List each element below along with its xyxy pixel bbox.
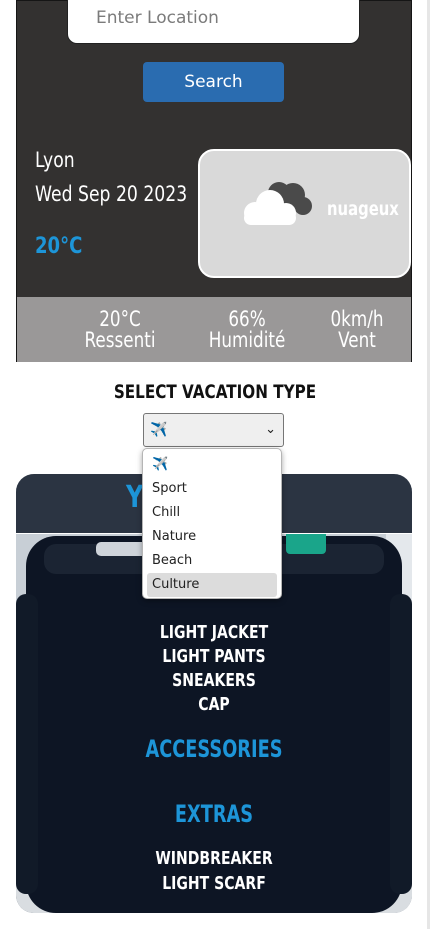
location-input[interactable]: Enter Location xyxy=(67,0,360,44)
vacation-type-select[interactable]: ✈️ ⌄ xyxy=(143,413,284,447)
humidity-stat: 66% Humidité xyxy=(199,309,295,351)
airplane-icon: ✈️ xyxy=(150,421,168,437)
location-placeholder: Enter Location xyxy=(96,8,219,28)
option-beach[interactable]: Beach xyxy=(143,549,281,573)
feels-like-value: 20°C xyxy=(99,307,141,331)
option-culture[interactable]: Culture xyxy=(147,573,277,597)
extras-heading: EXTRAS xyxy=(174,800,254,828)
accessories-heading: ACCESSORIES xyxy=(145,735,283,763)
vacation-type-options: ✈️ Sport Chill Nature Beach Culture xyxy=(142,448,282,599)
humidity-value: 66% xyxy=(228,307,266,331)
search-button[interactable]: Search xyxy=(143,62,284,102)
vacation-type-label: SELECT VACATION TYPE xyxy=(113,381,317,403)
option-chill[interactable]: Chill xyxy=(143,501,281,525)
clothes-item: SNEAKERS xyxy=(172,670,256,691)
weather-stats-bar: 20°C Ressenti 66% Humidité 0km/h Vent xyxy=(17,297,411,362)
city-name: Lyon xyxy=(35,148,75,172)
condition-text: nuageux xyxy=(327,198,399,220)
feels-like-label: Ressenti xyxy=(84,328,156,352)
current-date: Wed Sep 20 2023 xyxy=(35,182,188,206)
option-airplane[interactable]: ✈️ xyxy=(143,453,281,477)
clothes-item: CAP xyxy=(198,694,230,715)
feels-like-stat: 20°C Ressenti xyxy=(80,309,160,351)
wind-stat: 0km/h Vent xyxy=(313,309,401,351)
wind-value: 0km/h xyxy=(330,307,384,331)
option-sport[interactable]: Sport xyxy=(143,477,281,501)
cloud-icon xyxy=(244,182,312,225)
option-nature[interactable]: Nature xyxy=(143,525,281,549)
clothes-item: LIGHT PANTS xyxy=(162,646,266,667)
wind-label: Vent xyxy=(338,328,376,352)
extras-item: LIGHT SCARF xyxy=(162,873,266,894)
weather-card: Enter Location Search Lyon Wed Sep 20 20… xyxy=(16,0,412,362)
chevron-down-icon: ⌄ xyxy=(265,421,276,436)
humidity-label: Humidité xyxy=(208,328,286,352)
current-temperature: 20°C xyxy=(35,234,83,259)
extras-item: WINDBREAKER xyxy=(155,848,273,869)
clothes-item: LIGHT JACKET xyxy=(159,622,269,643)
condition-box: nuageux xyxy=(198,149,411,278)
